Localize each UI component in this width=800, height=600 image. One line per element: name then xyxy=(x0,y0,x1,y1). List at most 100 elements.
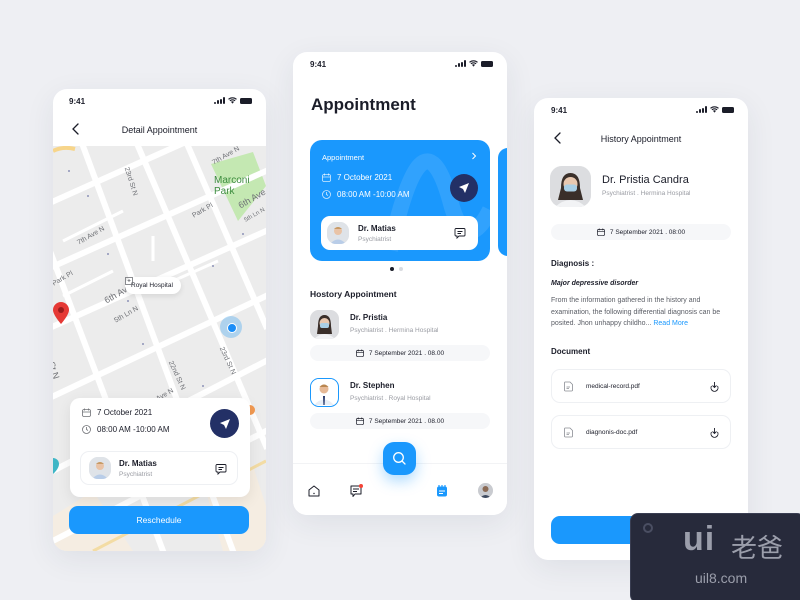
status-bar: 9:41 xyxy=(53,89,266,113)
status-bar: 9:41 xyxy=(293,52,507,76)
signal-icon xyxy=(214,97,225,104)
file-icon xyxy=(564,381,573,391)
status-time: 9:41 xyxy=(551,106,568,115)
battery-icon xyxy=(481,61,493,67)
carousel-dot[interactable] xyxy=(399,267,403,271)
carousel-dots xyxy=(390,267,403,271)
calendar-icon xyxy=(82,408,91,417)
appointment-card[interactable]: Appointment 7 October 2021 08:00 AM -10:… xyxy=(310,140,490,261)
page-title: Appointment xyxy=(311,95,416,114)
signal-icon xyxy=(696,106,707,113)
doctor-name: Dr. Matias xyxy=(358,223,396,233)
wifi-icon xyxy=(228,97,237,104)
doctor-name: Dr. Stephen xyxy=(350,381,395,390)
history-appointment-screen: 9:41 History Appointment Dr. Pristia Can… xyxy=(534,98,748,560)
diagnosis-text: From the information gathered in the his… xyxy=(551,297,721,327)
navigate-button[interactable] xyxy=(450,174,478,202)
chevron-right-icon[interactable] xyxy=(470,151,478,161)
search-icon xyxy=(393,452,406,465)
chat-icon[interactable] xyxy=(454,227,466,239)
status-icons xyxy=(455,60,493,67)
calendar-icon[interactable] xyxy=(435,484,449,498)
download-icon[interactable] xyxy=(709,427,720,438)
history-section-title: Hostory Appointment xyxy=(310,289,397,299)
wifi-icon xyxy=(710,106,719,113)
status-time: 9:41 xyxy=(69,97,86,106)
doctor-name: Dr. Pristia xyxy=(350,313,388,322)
bottom-tab-bar xyxy=(293,442,507,515)
file-icon xyxy=(564,427,573,437)
location-pin-icon[interactable] xyxy=(53,302,69,324)
chat-icon[interactable] xyxy=(349,484,363,498)
reschedule-button[interactable]: Reschedule xyxy=(69,506,249,534)
card-heading: Appointment xyxy=(322,153,365,162)
status-icons xyxy=(214,97,252,104)
chat-icon[interactable] xyxy=(215,463,227,475)
wifi-icon xyxy=(469,60,478,67)
doctor-avatar xyxy=(327,222,349,244)
document-row[interactable]: diagnonis-doc.pdf xyxy=(551,415,731,449)
detail-appointment-screen: 9:41 Detail Appointment 23rd St N 7th Av… xyxy=(53,89,266,551)
appointment-date: 7 October 2021 xyxy=(337,173,393,182)
screen-title: Detail Appointment xyxy=(121,125,198,135)
doctor-avatar xyxy=(550,166,591,207)
search-button[interactable] xyxy=(383,442,416,475)
watermark-badge: ui 老爸 uil8.com xyxy=(630,513,800,600)
doctor-specialty: Psychiatrist xyxy=(119,470,153,478)
history-item[interactable]: Dr. Stephen Psychiatrist . Royal Hospita… xyxy=(310,378,490,438)
doctor-name: Dr. Matias xyxy=(119,458,157,468)
clock-icon xyxy=(322,190,331,199)
next-appointment-card[interactable] xyxy=(498,148,507,256)
send-icon xyxy=(219,418,230,429)
battery-icon xyxy=(240,98,252,104)
doctor-specialty: Psychiatrist xyxy=(358,235,392,243)
doctor-avatar xyxy=(310,310,339,339)
appointment-date-pill: 7 September 2021 . 08.00 xyxy=(310,413,490,429)
doctor-name: Dr. Pristia Candra xyxy=(602,174,689,186)
current-location-dot xyxy=(220,316,242,338)
watermark-url: uil8.com xyxy=(695,570,748,586)
doctor-sub: Psychiatrist . Hermina Hospital xyxy=(350,327,439,334)
doctor-sub: Psychiatrist . Hermina Hospital xyxy=(602,190,691,197)
doctor-chip[interactable]: Dr. Matias Psychiatrist xyxy=(321,216,478,250)
appointment-date: 7 October 2021 xyxy=(97,408,153,417)
hospital-marker-label[interactable]: Royal Hospital xyxy=(125,277,181,294)
diagnosis-label: Diagnosis : xyxy=(551,259,595,268)
watermark-ring xyxy=(643,523,653,533)
status-time: 9:41 xyxy=(310,60,327,69)
history-item[interactable]: Dr. Pristia Psychiatrist . Hermina Hospi… xyxy=(310,310,490,370)
read-more-link[interactable]: Read More xyxy=(653,320,688,327)
send-icon xyxy=(459,183,469,193)
profile-avatar[interactable] xyxy=(478,483,493,498)
appointment-date: 7 September 2021 . 08.00 xyxy=(368,349,445,357)
document-name: medical-record.pdf xyxy=(586,382,640,390)
signal-icon xyxy=(455,60,466,67)
clock-icon xyxy=(82,425,91,434)
appointment-detail-card: 7 October 2021 08:00 AM -10:00 AM Dr. Ma… xyxy=(70,398,250,497)
hospital-label: Royal Hospital xyxy=(131,282,173,289)
doctor-chip[interactable]: Dr. Matias Psychiatrist xyxy=(80,451,238,485)
appointment-screen: 9:41 Appointment Appointment 7 October 2… xyxy=(293,52,507,515)
status-icons xyxy=(696,106,734,113)
download-icon[interactable] xyxy=(709,381,720,392)
hospital-icon xyxy=(125,277,133,285)
diagnosis-name: Major depressive disorder xyxy=(551,280,639,287)
appointment-time: 08:00 AM -10:00 AM xyxy=(337,190,410,199)
home-icon[interactable] xyxy=(307,484,321,498)
calendar-icon xyxy=(355,417,364,425)
document-row[interactable]: medical-record.pdf xyxy=(551,369,731,403)
carousel-dot[interactable] xyxy=(390,267,394,271)
doctor-avatar xyxy=(310,378,339,407)
navigate-button[interactable] xyxy=(210,409,239,438)
calendar-icon xyxy=(355,349,364,357)
appointment-date: 7 September 2021 . 08.00 xyxy=(368,417,445,425)
watermark-logo-cn: 老爸 xyxy=(731,534,784,564)
calendar-icon xyxy=(322,173,331,182)
document-label: Document xyxy=(551,347,591,356)
appointment-date-pill: 7 September 2021 . 08:00 xyxy=(551,224,731,240)
document-name: diagnonis-doc.pdf xyxy=(586,428,638,436)
doctor-sub: Psychiatrist . Royal Hospital xyxy=(350,395,431,402)
calendar-icon xyxy=(596,228,605,236)
watermark-logo: ui xyxy=(683,520,716,558)
battery-icon xyxy=(722,107,734,113)
